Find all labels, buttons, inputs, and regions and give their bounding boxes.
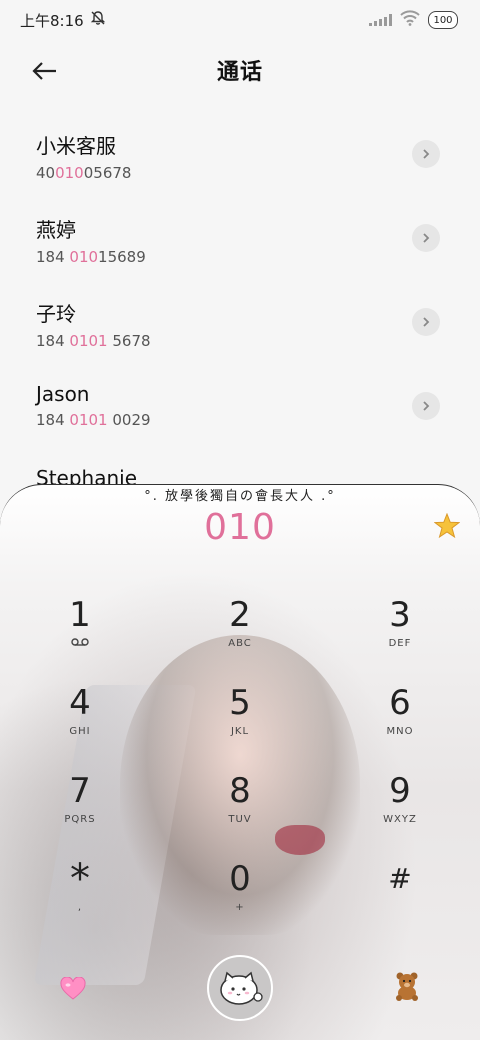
contact-detail-button[interactable] — [412, 308, 440, 336]
keypad-row: 1 2 ABC 3 DEF — [0, 593, 480, 681]
key-3[interactable]: 3 DEF — [320, 593, 480, 681]
key-digit: 0 — [229, 859, 251, 899]
contact-detail-button[interactable] — [412, 140, 440, 168]
cat-call-icon — [220, 971, 263, 1005]
key-2[interactable]: 2 ABC — [160, 593, 320, 681]
dialed-number[interactable]: 010 — [0, 507, 480, 548]
key-5[interactable]: 5 JKL — [160, 681, 320, 769]
key-digit: 3 — [389, 595, 411, 635]
key-letters: MNO — [386, 726, 414, 737]
key-letters: ABC — [228, 638, 252, 649]
key-8[interactable]: 8 TUV — [160, 769, 320, 857]
chevron-right-icon — [423, 149, 430, 159]
key-letters: JKL — [230, 726, 250, 737]
keypad-row: 4 GHI 5 JKL 6 MNO — [0, 681, 480, 769]
contact-row[interactable]: 小米客服 4001005678 — [0, 116, 480, 200]
keypad: 1 2 ABC 3 DEF 4 GHI 5 JKL 6 MNO 7 PQRS 8… — [0, 593, 480, 945]
status-time: 上午8:16 — [20, 11, 84, 30]
key-6[interactable]: 6 MNO — [320, 681, 480, 769]
bear-icon[interactable] — [393, 971, 421, 1001]
keypad-row: * , 0 + # — [0, 857, 480, 945]
contact-detail-button[interactable] — [412, 224, 440, 252]
key-letters: + — [235, 902, 245, 913]
status-left: 上午8:16 — [20, 10, 106, 31]
key-digit: 8 — [229, 771, 251, 811]
call-button[interactable] — [207, 955, 273, 1021]
voicemail-icon — [71, 637, 89, 651]
status-right: 100 — [369, 10, 458, 30]
key-digit: 6 — [389, 683, 411, 723]
chevron-right-icon — [423, 401, 430, 411]
key-4[interactable]: 4 GHI — [0, 681, 160, 769]
wifi-icon — [400, 10, 420, 30]
key-digit: * — [70, 856, 90, 902]
key-digit: 9 — [389, 771, 411, 811]
key-letters: , — [77, 902, 83, 913]
dialer-bottom-bar — [0, 953, 480, 1023]
contact-detail-button[interactable] — [412, 392, 440, 420]
key-0[interactable]: 0 + — [160, 857, 320, 945]
back-button[interactable] — [30, 56, 60, 86]
key-digit: 2 — [229, 595, 251, 635]
chevron-right-icon — [423, 317, 430, 327]
contact-row[interactable]: 燕婷 184 01015689 — [0, 200, 480, 284]
contact-list: 小米客服 4001005678 燕婷 184 01015689 子玲 184 0… — [0, 116, 480, 536]
battery-icon: 100 — [428, 11, 458, 29]
key-letters: GHI — [69, 726, 91, 737]
contact-row[interactable]: Jason 184 0101 0029 — [0, 368, 480, 452]
chevron-right-icon — [423, 233, 430, 243]
contact-number: 4001005678 — [36, 164, 132, 182]
key-1[interactable]: 1 — [0, 593, 160, 681]
key-letters: DEF — [388, 638, 412, 649]
contact-number: 184 01015689 — [36, 248, 146, 266]
key-star[interactable]: * , — [0, 857, 160, 945]
key-digit: 4 — [69, 683, 91, 723]
bell-muted-icon — [90, 10, 106, 30]
page-title: 通话 — [216, 60, 263, 85]
key-digit: 5 — [229, 683, 251, 723]
signal-icon — [369, 14, 392, 26]
header: 通话 — [0, 48, 480, 92]
key-digit: # — [388, 862, 412, 895]
key-7[interactable]: 7 PQRS — [0, 769, 160, 857]
heart-icon[interactable] — [60, 976, 86, 1001]
back-arrow-icon — [32, 62, 56, 80]
keypad-row: 7 PQRS 8 TUV 9 WXYZ — [0, 769, 480, 857]
key-hash[interactable]: # — [320, 857, 480, 945]
contact-number: 184 0101 5678 — [36, 332, 151, 350]
key-9[interactable]: 9 WXYZ — [320, 769, 480, 857]
key-letters: TUV — [228, 814, 252, 825]
dialer-caption: °. 放學後獨自の會長大人 .° — [144, 489, 336, 504]
contact-row[interactable]: 子玲 184 0101 5678 — [0, 284, 480, 368]
dial-pad-panel: °. 放學後獨自の會長大人 .° 010 1 2 ABC 3 DEF 4 GHI… — [0, 484, 480, 1040]
star-icon[interactable] — [433, 512, 461, 539]
status-bar: 上午8:16 100 — [0, 0, 480, 40]
key-digit: 7 — [69, 771, 91, 811]
battery-level: 100 — [433, 14, 453, 26]
key-letters: WXYZ — [383, 814, 417, 825]
key-letters: PQRS — [64, 814, 96, 825]
key-digit: 1 — [69, 595, 91, 635]
